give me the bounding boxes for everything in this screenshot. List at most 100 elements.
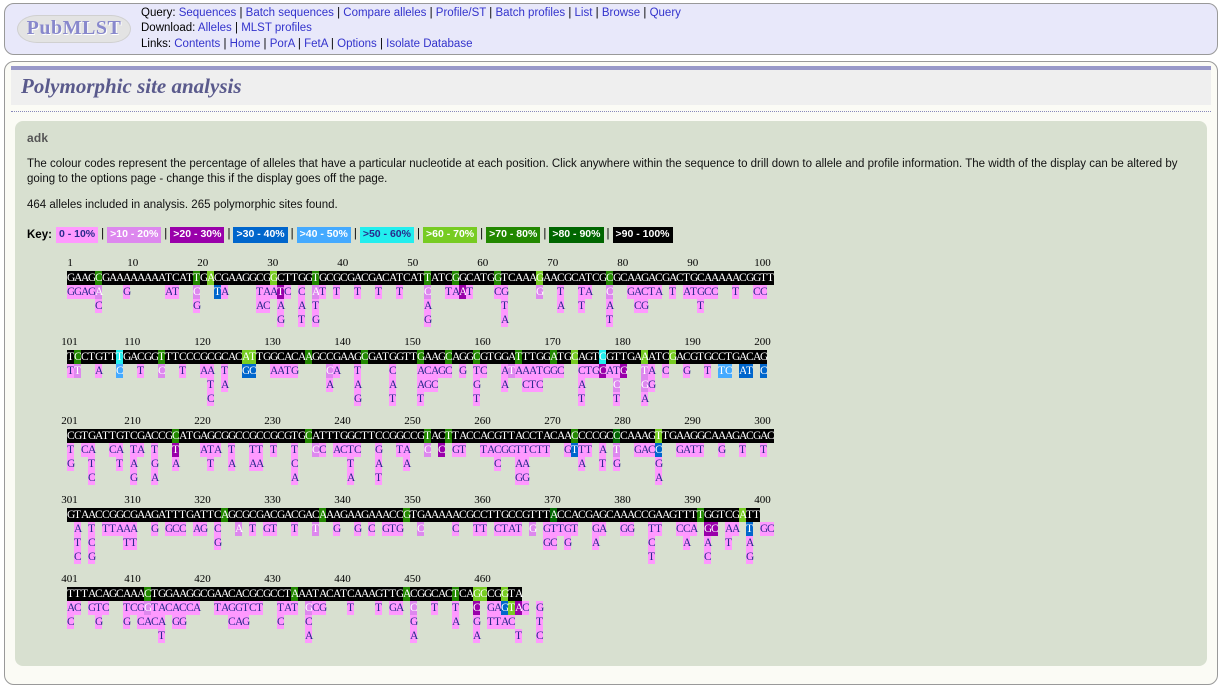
variant-base[interactable]: T xyxy=(221,364,228,378)
consensus-base[interactable]: A xyxy=(592,508,600,522)
variant-base[interactable]: C xyxy=(158,364,166,378)
consensus-base[interactable]: A xyxy=(634,429,642,443)
consensus-base[interactable]: T xyxy=(655,350,662,364)
variant-base[interactable]: C xyxy=(599,364,607,378)
variant-base[interactable]: T xyxy=(354,364,361,378)
consensus-base[interactable]: T xyxy=(74,508,81,522)
variant-base[interactable]: T xyxy=(375,285,382,299)
consensus-base[interactable]: G xyxy=(669,429,677,443)
variant-base[interactable]: A xyxy=(417,378,425,392)
consensus-base[interactable]: A xyxy=(564,429,572,443)
consensus-base[interactable]: C xyxy=(641,508,649,522)
variant-base[interactable]: T xyxy=(333,285,340,299)
variant-base[interactable]: A xyxy=(396,601,404,615)
consensus-base[interactable]: G xyxy=(116,508,124,522)
variant-base[interactable]: T xyxy=(473,522,480,536)
consensus-base[interactable]: C xyxy=(277,429,285,443)
consensus-base[interactable]: G xyxy=(354,350,362,364)
variant-base[interactable]: T xyxy=(389,522,396,536)
consensus-sequence[interactable]: TTTACAGCAAACTGGAAGGCGAACACGCGCCTAAATACAT… xyxy=(67,587,523,601)
variant-base[interactable]: T xyxy=(550,522,557,536)
consensus-base[interactable]: C xyxy=(389,508,397,522)
header-nav-link[interactable]: Browse xyxy=(602,7,640,19)
variant-base[interactable]: G xyxy=(312,313,320,327)
consensus-base[interactable]: C xyxy=(207,350,215,364)
variant-base[interactable]: T xyxy=(137,364,144,378)
variant-base[interactable]: C xyxy=(648,536,656,550)
consensus-base[interactable]: C xyxy=(529,429,537,443)
variant-base[interactable]: G xyxy=(592,364,600,378)
consensus-base[interactable]: G xyxy=(305,271,313,285)
consensus-base[interactable]: C xyxy=(746,350,754,364)
consensus-base[interactable]: G xyxy=(102,271,110,285)
consensus-base[interactable]: G xyxy=(494,429,502,443)
consensus-base[interactable]: T xyxy=(725,350,732,364)
variant-base[interactable]: T xyxy=(396,443,403,457)
variant-base[interactable]: T xyxy=(109,522,116,536)
consensus-base[interactable]: T xyxy=(424,429,431,443)
consensus-base[interactable]: C xyxy=(81,350,89,364)
consensus-base[interactable]: A xyxy=(354,271,362,285)
consensus-base[interactable]: T xyxy=(403,350,410,364)
variant-base[interactable]: A xyxy=(690,522,698,536)
consensus-base[interactable]: G xyxy=(263,350,271,364)
consensus-base[interactable]: C xyxy=(347,587,355,601)
consensus-base[interactable]: C xyxy=(606,429,614,443)
variant-base[interactable]: T xyxy=(298,313,305,327)
variant-base[interactable]: A xyxy=(235,522,243,536)
consensus-base[interactable]: C xyxy=(74,350,82,364)
variant-base[interactable]: T xyxy=(312,522,319,536)
variant-base[interactable]: A xyxy=(130,457,138,471)
variant-base[interactable]: A xyxy=(739,364,747,378)
consensus-base[interactable]: C xyxy=(235,508,243,522)
variant-base[interactable]: C xyxy=(277,615,285,629)
variant-base[interactable]: A xyxy=(683,285,691,299)
header-nav-link[interactable]: Home xyxy=(230,38,261,50)
consensus-base[interactable]: G xyxy=(501,350,509,364)
consensus-base[interactable]: A xyxy=(130,350,138,364)
variant-base[interactable]: T xyxy=(697,443,704,457)
consensus-base[interactable]: A xyxy=(438,587,446,601)
consensus-base[interactable]: G xyxy=(536,350,544,364)
variant-base[interactable]: C xyxy=(431,378,439,392)
consensus-base[interactable]: T xyxy=(529,508,536,522)
variant-base[interactable]: G xyxy=(438,364,446,378)
variant-base[interactable]: C xyxy=(326,364,334,378)
variant-base[interactable]: A xyxy=(599,443,607,457)
consensus-base[interactable]: G xyxy=(333,271,341,285)
consensus-base[interactable]: T xyxy=(291,271,298,285)
consensus-base[interactable]: A xyxy=(515,271,523,285)
consensus-base[interactable]: C xyxy=(382,271,390,285)
variant-base[interactable]: T xyxy=(431,601,438,615)
consensus-base[interactable]: A xyxy=(298,587,306,601)
consensus-base[interactable]: C xyxy=(508,508,516,522)
variant-base[interactable]: T xyxy=(270,443,277,457)
variant-base[interactable]: G xyxy=(151,522,159,536)
consensus-base[interactable]: C xyxy=(445,587,453,601)
variant-base[interactable]: C xyxy=(410,601,418,615)
header-nav-link[interactable]: Profile/ST xyxy=(436,7,486,19)
consensus-base[interactable]: T xyxy=(102,350,109,364)
consensus-base[interactable]: A xyxy=(627,271,635,285)
consensus-base[interactable]: A xyxy=(333,508,341,522)
variant-base[interactable]: T xyxy=(375,601,382,615)
consensus-base[interactable]: G xyxy=(704,508,712,522)
consensus-base[interactable]: A xyxy=(718,429,726,443)
consensus-base[interactable]: T xyxy=(438,271,445,285)
consensus-base[interactable]: G xyxy=(207,587,215,601)
consensus-base[interactable]: T xyxy=(494,508,501,522)
consensus-base[interactable]: C xyxy=(767,429,775,443)
variant-base[interactable]: A xyxy=(158,615,166,629)
consensus-base[interactable]: A xyxy=(347,508,355,522)
variant-base[interactable]: G xyxy=(473,378,481,392)
consensus-base[interactable]: G xyxy=(697,429,705,443)
consensus-base[interactable]: A xyxy=(81,271,89,285)
consensus-base[interactable]: T xyxy=(326,429,333,443)
consensus-base[interactable]: C xyxy=(221,350,229,364)
variant-base[interactable]: T xyxy=(571,443,578,457)
variant-base[interactable]: A xyxy=(515,457,523,471)
consensus-base[interactable]: G xyxy=(165,587,173,601)
variant-base[interactable]: A xyxy=(592,536,600,550)
consensus-base[interactable]: A xyxy=(144,429,152,443)
variant-base[interactable]: C xyxy=(151,615,159,629)
